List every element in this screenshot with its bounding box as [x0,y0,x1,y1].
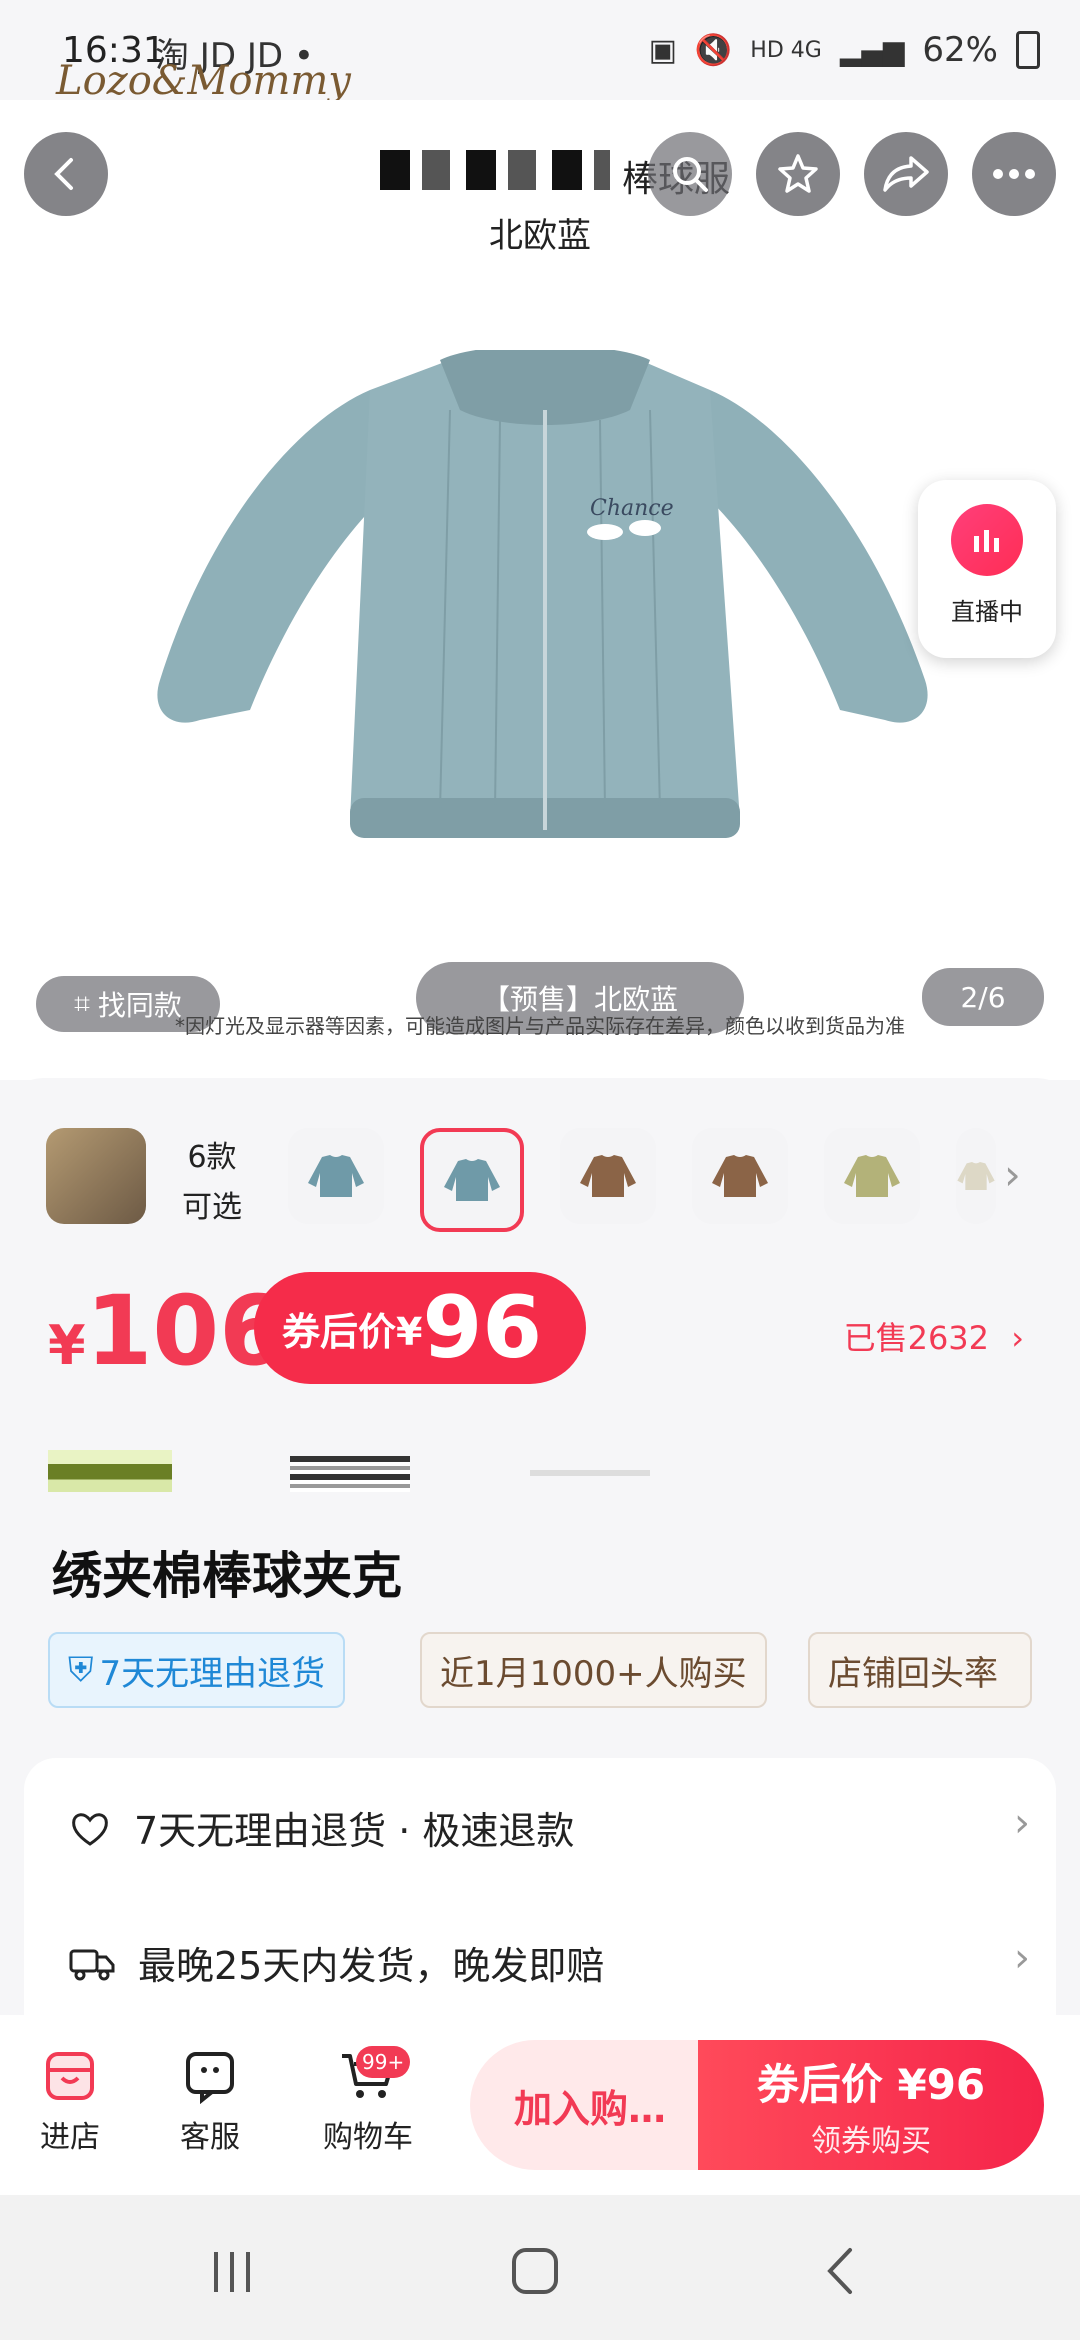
share-icon [883,156,929,192]
more-dots-icon [993,169,1035,179]
product-jacket-image: Chance [157,350,928,838]
live-label: 直播中 [951,598,1023,626]
variant-thumbnail[interactable] [420,1128,524,1232]
chevron-right-icon[interactable]: › [1014,1800,1030,1846]
add-to-cart-button[interactable]: 加入购… [470,2040,710,2170]
buy-now-button[interactable]: 券后价 ¥96 领券购买 [698,2040,1044,2170]
variant-count[interactable]: 6款 可选 [182,1132,242,1226]
store-button[interactable]: 进店 [10,2048,130,2156]
variant-thumbnail[interactable] [560,1128,656,1224]
price: ¥106 [48,1275,286,1387]
mute-icon: 🔇 [694,32,733,68]
sold-label: 已售2632 [843,1319,990,1357]
tag-return-policy[interactable]: ⛨ 7天无理由退货 [48,1632,346,1708]
variant-collage-thumb[interactable] [46,1128,146,1224]
home-button[interactable] [510,2246,560,2300]
variant-count-sub: 可选 [182,1190,242,1225]
redacted-title-strip [380,150,610,190]
home-icon [512,2248,558,2294]
jacket-thumbnail-icon [844,1155,900,1197]
jacket-thumbnail-icon [712,1155,768,1197]
recent-apps-icon [214,2252,250,2292]
service-row-shipping[interactable]: 最晚25天内发货，晚发即赔 [68,1935,604,1990]
cart-badge: 99+ [356,2046,411,2078]
jacket-thumbnail-icon [444,1159,500,1201]
customer-service-button[interactable]: 客服 [150,2048,270,2156]
back-chevron-icon [827,2248,852,2294]
store-icon [46,2052,94,2100]
jacket-thumbnail-icon [957,1162,995,1190]
battery-icon [1016,31,1040,69]
shield-check-icon: ⛨ [68,1650,94,1690]
decorative-stripe [48,1450,172,1492]
brand-logo: Lozo&Mommy [56,58,351,104]
chat-icon [186,2052,234,2104]
status-right: ▣ 🔇 HD 4G ▂▄▆ 62% [649,30,1040,70]
variant-thumbnail[interactable] [288,1128,384,1224]
truck-icon [69,1949,115,1980]
header-subtitle: 北欧蓝 [489,216,591,256]
battery-text: 62% [922,30,998,70]
tag-monthly-buyers[interactable]: 近1月1000+人购买 [420,1632,767,1708]
live-icon [951,504,1023,576]
system-back-button[interactable] [820,2246,860,2300]
price-currency: ¥ [48,1314,86,1377]
decorative-stripe [290,1456,410,1492]
variant-count-label: 6款 [187,1140,237,1175]
product-title: 绣夹棉棒球夹克 [52,1547,402,1605]
live-badge[interactable]: 直播中 [918,480,1056,658]
variant-thumbnail[interactable] [824,1128,920,1224]
back-arrow-icon [54,158,73,190]
tag-repeat-rate[interactable]: 店铺回头率 [808,1632,1032,1708]
back-button[interactable] [24,132,108,216]
heart-shield-icon [72,1812,108,1846]
network-icon: HD 4G [750,37,822,63]
service-row-return[interactable]: 7天无理由退货 · 极速退款 [68,1800,574,1855]
recent-apps-button[interactable] [208,2248,256,2300]
sold-chevron-icon: › [1011,1319,1024,1357]
service-label: 客服 [180,2120,240,2155]
jacket-thumbnail-icon [580,1155,636,1197]
buy-price: 券后价 ¥96 [756,2059,986,2109]
store-label: 进店 [40,2120,100,2155]
tag-label: 7天无理由退货 [99,1653,326,1694]
decorative-stripe [530,1470,650,1476]
variant-more-chevron-icon[interactable]: › [1004,1150,1021,1199]
service-text: 最晚25天内发货，晚发即赔 [138,1944,605,1988]
coupon-prefix: 券后价¥ [282,1309,423,1354]
star-icon [778,154,818,193]
image-disclaimer: *因灯光及显示器等因素，可能造成图片与产品实际存在差异，颜色以收到货品为准 [175,1014,905,1038]
chevron-right-icon[interactable]: › [1014,1935,1030,1981]
coupon-price-badge[interactable]: 券后价¥ 96 [254,1272,586,1384]
signal-icon: ▂▄▆ [839,33,905,67]
buy-sub: 领券购买 [811,2123,931,2159]
more-button[interactable] [972,132,1056,216]
variant-thumbnail[interactable] [956,1128,996,1224]
search-icon [673,157,708,192]
coupon-value: 96 [422,1278,543,1378]
cart-label: 购物车 [323,2120,413,2155]
favorite-button[interactable] [756,132,840,216]
variant-thumbnail[interactable] [692,1128,788,1224]
service-text: 7天无理由退货 · 极速退款 [134,1809,575,1853]
jacket-thumbnail-icon [308,1155,364,1197]
svg-text:Chance: Chance [590,496,674,521]
battery-saver-icon: ▣ [648,32,677,68]
variant-thumbnail-list [288,1128,996,1232]
share-button[interactable] [864,132,948,216]
search-button[interactable] [648,132,732,216]
sold-count[interactable]: 已售2632 › [844,1313,1024,1359]
